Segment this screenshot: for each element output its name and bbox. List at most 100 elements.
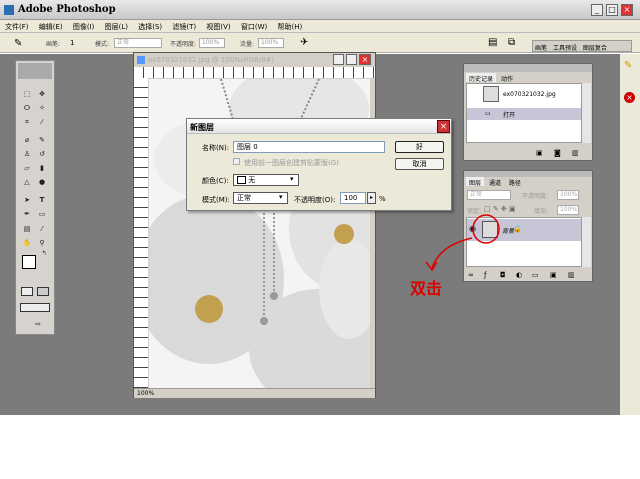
clipping-mask-checkbox[interactable] [233,158,240,165]
quick-mask-icon[interactable] [37,287,49,296]
dodge-tool-icon[interactable]: ● [36,177,48,187]
menu-window[interactable]: 窗口(W) [241,22,267,32]
notes-tool-icon[interactable]: ▤ [21,224,33,234]
trash-icon[interactable]: ▥ [572,149,579,157]
toolbox: ⬚ ✥ ⵔ ✧ ⌗ ⁄ ⌀ ✎ ♙ ↺ ▱ ▮ △ ● ➤ T ✒ ▭ ▤ ⁄ … [15,60,55,335]
healing-brush-icon[interactable]: ⌀ [21,135,33,145]
shape-tool-icon[interactable]: ▭ [36,209,48,219]
eraser-tool-icon[interactable]: ▱ [21,163,33,173]
tab-history[interactable]: 历史记录 [466,73,497,83]
fill-input[interactable]: 100% [557,205,579,215]
menu-view[interactable]: 视图(V) [206,22,230,32]
menu-file[interactable]: 文件(F) [5,22,29,32]
brush-tool-icon[interactable]: ✎ [36,135,48,145]
tab-paths[interactable]: 路径 [506,177,524,187]
tab-layers[interactable]: 图层 [466,177,485,187]
blur-tool-icon[interactable]: △ [21,177,33,187]
eyedropper-icon[interactable]: ⁄ [36,224,48,234]
tab-tool-presets[interactable]: 工具预设 [553,45,577,52]
clone-stamp-icon[interactable]: ♙ [21,149,33,159]
path-select-icon[interactable]: ➤ [21,195,33,205]
slice-tool-icon[interactable]: ⁄ [36,117,48,127]
marquee-tool-icon[interactable]: ⬚ [21,89,33,99]
lasso-tool-icon[interactable]: ⵔ [21,103,33,113]
stop-icon[interactable]: × [624,92,635,103]
history-tabs: 历史记录 动作 [466,73,516,83]
flow-input[interactable]: 100% [258,38,284,48]
close-button[interactable]: × [621,4,633,16]
menu-help[interactable]: 帮助(H) [277,22,302,32]
jump-to-imageready-icon[interactable]: ⇨ [28,319,48,329]
mode-select[interactable]: 正常 [114,38,162,48]
hand-tool-icon[interactable]: ✋ [21,238,33,248]
pen-icon[interactable]: ✎ [624,60,632,71]
file-browser-icon[interactable]: ▤ [488,37,497,48]
mode-label: 模式: [95,41,110,48]
history-brush-icon[interactable]: ↺ [36,149,48,159]
airbrush-icon[interactable]: ✈ [300,37,308,48]
zoom-level[interactable]: 100% [137,390,154,397]
tab-channels[interactable]: 通道 [486,177,504,187]
dialog-close-button[interactable]: × [437,120,450,133]
crop-tool-icon[interactable]: ⌗ [21,117,33,127]
tab-actions[interactable]: 动作 [498,73,516,83]
tab-brushes[interactable]: 画笔 [535,45,547,52]
swap-colors-icon[interactable]: ↰ [38,249,50,259]
type-tool-icon[interactable]: T [36,195,48,205]
doc-minimize-button[interactable] [333,54,344,65]
side-strip: ✎ × [620,54,640,415]
lock-icon: 🔒 [513,225,522,233]
horizontal-ruler [134,67,375,78]
layers-scrollbar[interactable] [582,217,591,267]
menu-edit[interactable]: 编辑(E) [39,22,63,32]
status-bar: 100% [134,388,375,398]
palette-well-icon[interactable]: ⧉ [508,37,515,48]
pen-tool-icon[interactable]: ✒ [21,209,33,219]
history-scrollbar[interactable] [582,83,591,143]
layer-opacity-input[interactable]: 100% [557,190,579,200]
tab-layer-comps[interactable]: 图层复合 [583,45,607,52]
magic-wand-icon[interactable]: ✧ [36,103,48,113]
menu-image[interactable]: 图像(I) [73,22,95,32]
ok-button[interactable]: 好 [395,141,444,153]
menu-layer[interactable]: 图层(L) [105,22,128,32]
annotation-arrow [425,214,500,272]
brush-size-label: 画笔: [46,41,61,48]
chevron-down-icon: ▾ [279,193,283,201]
adjustment-layer-icon[interactable]: ◐ [516,271,522,279]
brush-size-value[interactable]: 1 [70,39,74,47]
new-layer-icon[interactable]: ▣ [550,271,557,279]
standard-mode-icon[interactable] [21,287,33,296]
cancel-button[interactable]: 取消 [395,158,444,170]
delete-layer-icon[interactable]: ▥ [568,271,575,279]
new-document-icon[interactable]: ▣ [536,149,543,157]
menu-filter[interactable]: 滤镜(T) [172,22,196,32]
menu-select[interactable]: 选择(S) [138,22,162,32]
color-label: 颜色(C): [202,177,229,185]
blend-mode-select[interactable]: 正常 [467,190,511,200]
opacity-input[interactable]: 100% [199,38,225,48]
camera-icon[interactable]: ◙ [554,149,561,157]
layer-mask-icon[interactable]: ◘ [500,271,506,279]
doc-close-button[interactable]: × [359,54,371,65]
history-step-row[interactable]: ▭ 打开 [467,108,581,120]
opacity-slider-button[interactable]: ▸ [367,192,376,204]
opacity-label: 不透明度: [170,41,197,48]
snapshot-thumbnail[interactable] [483,86,499,102]
screen-mode-icon[interactable] [20,303,50,312]
percent-label: % [379,195,386,203]
snapshot-name[interactable]: ex070321032.jpg [503,91,556,98]
maximize-button[interactable]: □ [606,4,618,16]
doc-maximize-button[interactable] [346,54,357,65]
layer-group-icon[interactable]: ▭ [532,271,539,279]
zoom-tool-icon[interactable]: ⚲ [36,238,48,248]
opacity-input[interactable]: 100 [340,192,366,204]
move-tool-icon[interactable]: ✥ [36,89,48,99]
foreground-color-swatch[interactable] [22,255,36,269]
layer-name-input[interactable]: 图层 0 [233,141,385,153]
minimize-button[interactable]: _ [591,4,603,16]
gradient-tool-icon[interactable]: ▮ [36,163,48,173]
brush-tool-icon[interactable]: ✎ [14,38,22,49]
mode-label: 模式(M): [202,196,230,204]
layer-opacity-label: 不透明度: [522,193,549,200]
